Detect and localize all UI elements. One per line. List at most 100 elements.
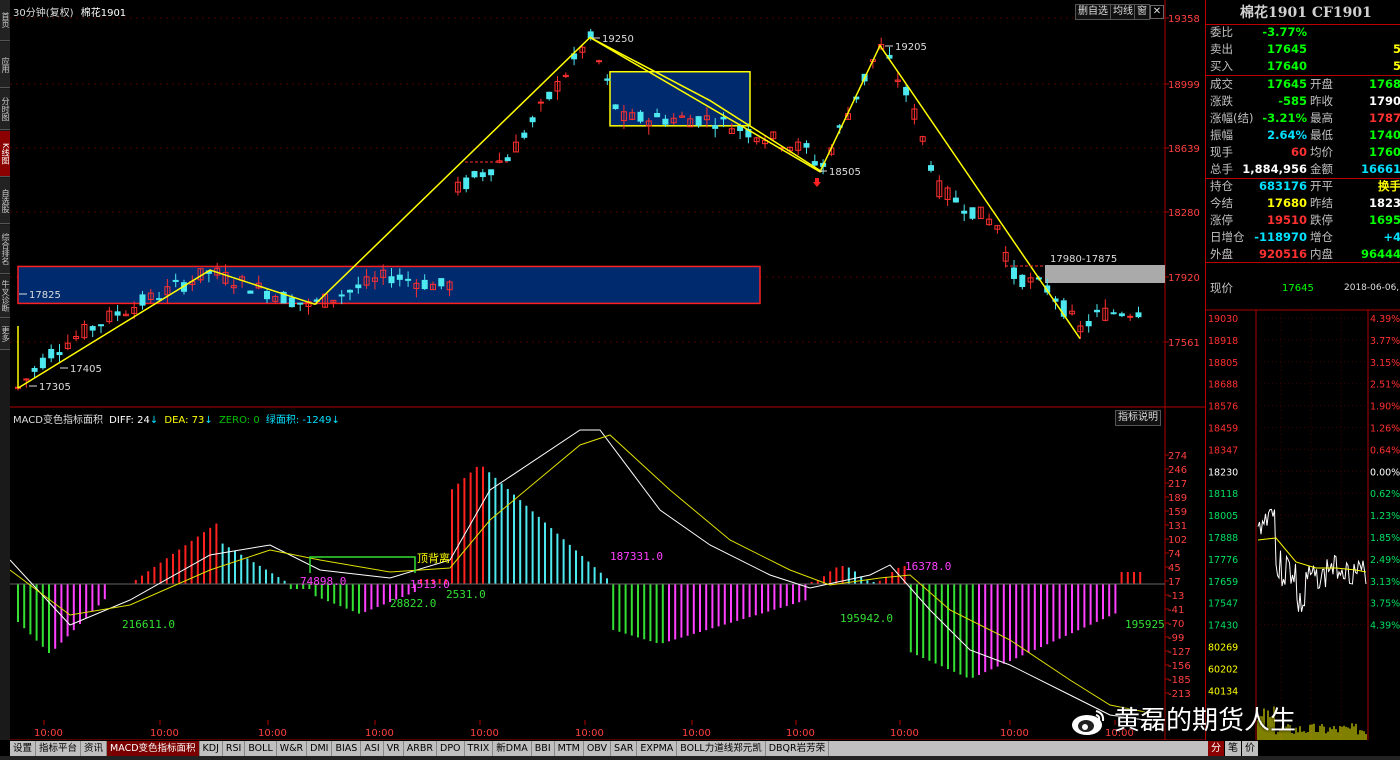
area-value-label: 1513.0 <box>410 578 450 591</box>
quote-label: 委比 <box>1210 25 1233 39</box>
indicator-tabs: 设置 指标平台 资讯 MACD变色指标面积 KDJ RSI BOLL W&R DMI BIAS AS… <box>10 741 1210 756</box>
mini-axis-left-label: 18918 <box>1208 336 1238 347</box>
quote-value-2: 1768 <box>1368 77 1400 91</box>
quote-value: -3.77% <box>1262 25 1307 39</box>
mini-tab[interactable]: 笔 <box>1225 741 1241 756</box>
indicator-tab[interactable]: BOLL力道线郑元凯 <box>677 741 766 756</box>
left-tab[interactable]: 更多 <box>0 319 10 350</box>
indicator-tab[interactable]: ARBR <box>404 741 438 756</box>
mini-tab[interactable]: 价 <box>1242 741 1258 756</box>
candle-body <box>438 278 445 287</box>
indicator-tab[interactable]: 指标平台 <box>36 741 82 756</box>
area-value-label: 28822.0 <box>390 597 436 610</box>
kline-chart[interactable]: 19358 18999 18639 18280 17920 17561 274 246 217 1… <box>10 0 1205 740</box>
time-label: 10:00 <box>890 728 919 739</box>
indicator-tab[interactable]: BBI <box>532 741 555 756</box>
candle-body <box>463 177 470 190</box>
macd-axis-label: 45 <box>1168 563 1181 574</box>
candle-body <box>1118 313 1125 317</box>
indicator-tab[interactable]: EXPMA <box>637 741 678 756</box>
candle-body <box>471 171 478 178</box>
price-axis-label: 18639 <box>1168 144 1200 155</box>
resistance-zone <box>1045 265 1165 283</box>
mini-axis-right-label: 3.15% <box>1370 358 1400 369</box>
quote-row: 委比 -3.77% <box>1206 24 1400 41</box>
mini-axis-right-label: 0.00% <box>1370 467 1400 478</box>
quote-row: 涨停 19510 跌停 1695 <box>1206 212 1400 229</box>
macd-title: MACD变色指标面积 <box>13 415 103 426</box>
candle-body <box>1085 321 1092 327</box>
macd-axis-label: 189 <box>1168 493 1187 504</box>
moving-average-button[interactable]: 均线 <box>1110 4 1136 20</box>
quote-label: 涨停 <box>1210 213 1233 227</box>
candle-body <box>521 132 528 138</box>
indicator-tab[interactable]: KDJ <box>200 741 223 756</box>
indicator-tab[interactable]: DBQR岩芳荣 <box>766 741 830 756</box>
quote-panel: 棉花1901 CF1901 委比 -3.77% 卖出 17645 5 买入 17640 5 成交… <box>1205 0 1400 740</box>
macd-axis-label: -41 <box>1168 605 1184 616</box>
quote-label-2: 最高 <box>1310 111 1333 125</box>
indicator-tab[interactable]: MTM <box>555 741 584 756</box>
left-tab[interactable]: 牛叉诊断 <box>0 275 10 318</box>
close-icon[interactable]: ✕ <box>1150 5 1164 19</box>
mini-tab[interactable]: 分 <box>1208 741 1224 756</box>
quote-label-2: 开盘 <box>1310 77 1333 91</box>
indicator-tab[interactable]: ASI <box>361 741 384 756</box>
quote-label: 涨幅(结) <box>1210 111 1254 125</box>
quote-value: 17645 <box>1266 77 1307 91</box>
macd-axis-label: 102 <box>1168 535 1187 546</box>
indicator-tab[interactable]: W&R <box>277 741 308 756</box>
remove-favorite-button[interactable]: 删自选 <box>1075 4 1111 20</box>
quote-row: 振幅 2.64% 最低 1740 <box>1206 127 1400 144</box>
left-tab[interactable]: K线图 <box>0 131 10 177</box>
macd-axis-label: 17 <box>1168 577 1181 588</box>
window-button[interactable]: 窗 <box>1134 4 1150 20</box>
indicator-tab[interactable]: DMI <box>307 741 333 756</box>
candle-body <box>952 197 959 203</box>
candle-body <box>720 116 727 120</box>
candle-body <box>48 348 55 359</box>
candle-body <box>479 172 486 178</box>
intraday-mini-chart[interactable]: 19030 18918 18805 18688 18576 18459 18347 18230… <box>1206 300 1400 740</box>
time-label: 10:00 <box>682 728 711 739</box>
macd-axis-label: -13 <box>1168 591 1184 602</box>
mini-axis-left-label: 80269 <box>1208 643 1238 654</box>
candle-body <box>297 302 304 305</box>
left-tab[interactable]: 自选股 <box>0 178 10 224</box>
mini-axis-left-label: 18230 <box>1208 467 1238 478</box>
indicator-tab[interactable]: BIAS <box>332 741 362 756</box>
mini-axis-right-label: 0.64% <box>1370 445 1400 456</box>
left-tab[interactable]: 应用 <box>0 42 10 88</box>
macd-axis-label: 246 <box>1168 465 1187 476</box>
indicator-help-button[interactable]: 指标说明 <box>1115 410 1161 426</box>
price-annotation: 17305 <box>39 382 71 393</box>
candle-body <box>546 91 553 100</box>
watermark: 黄磊的期货人生 <box>1070 700 1296 737</box>
indicator-tab[interactable]: DPO <box>437 741 465 756</box>
quote-value: 17640 <box>1266 59 1307 73</box>
indicator-tab[interactable]: MACD变色指标面积 <box>107 741 200 756</box>
candle-body <box>1110 312 1117 315</box>
candle-body <box>114 311 121 316</box>
indicator-tab[interactable]: 设置 <box>10 741 37 756</box>
indicator-tab[interactable]: 新DMA <box>493 741 532 756</box>
indicator-tab[interactable]: TRIX <box>465 741 494 756</box>
left-tab[interactable]: 分时图 <box>0 89 10 130</box>
quote-row: 涨跌 -585 昨收 1790 <box>1206 93 1400 110</box>
period-label[interactable]: 30分钟(复权) <box>13 8 74 19</box>
indicator-tab[interactable]: SAR <box>611 741 638 756</box>
indicator-tab[interactable]: RSI <box>223 741 246 756</box>
left-tab[interactable]: 综合排名 <box>0 225 10 274</box>
quote-label: 外盘 <box>1210 247 1233 261</box>
candle-body <box>1019 274 1026 288</box>
left-tab[interactable]: 首页 <box>0 0 10 41</box>
time-label: 10:00 <box>365 728 394 739</box>
quote-row: 今结 17680 昨结 1823 <box>1206 195 1400 212</box>
price-axis-label: 19358 <box>1168 14 1200 25</box>
indicator-tab[interactable]: 资讯 <box>81 741 108 756</box>
indicator-tab[interactable]: VR <box>384 741 404 756</box>
indicator-tab[interactable]: BOLL <box>245 741 277 756</box>
price-axis-label: 17561 <box>1168 338 1200 349</box>
indicator-tab[interactable]: OBV <box>584 741 612 756</box>
candle-body <box>637 111 644 122</box>
